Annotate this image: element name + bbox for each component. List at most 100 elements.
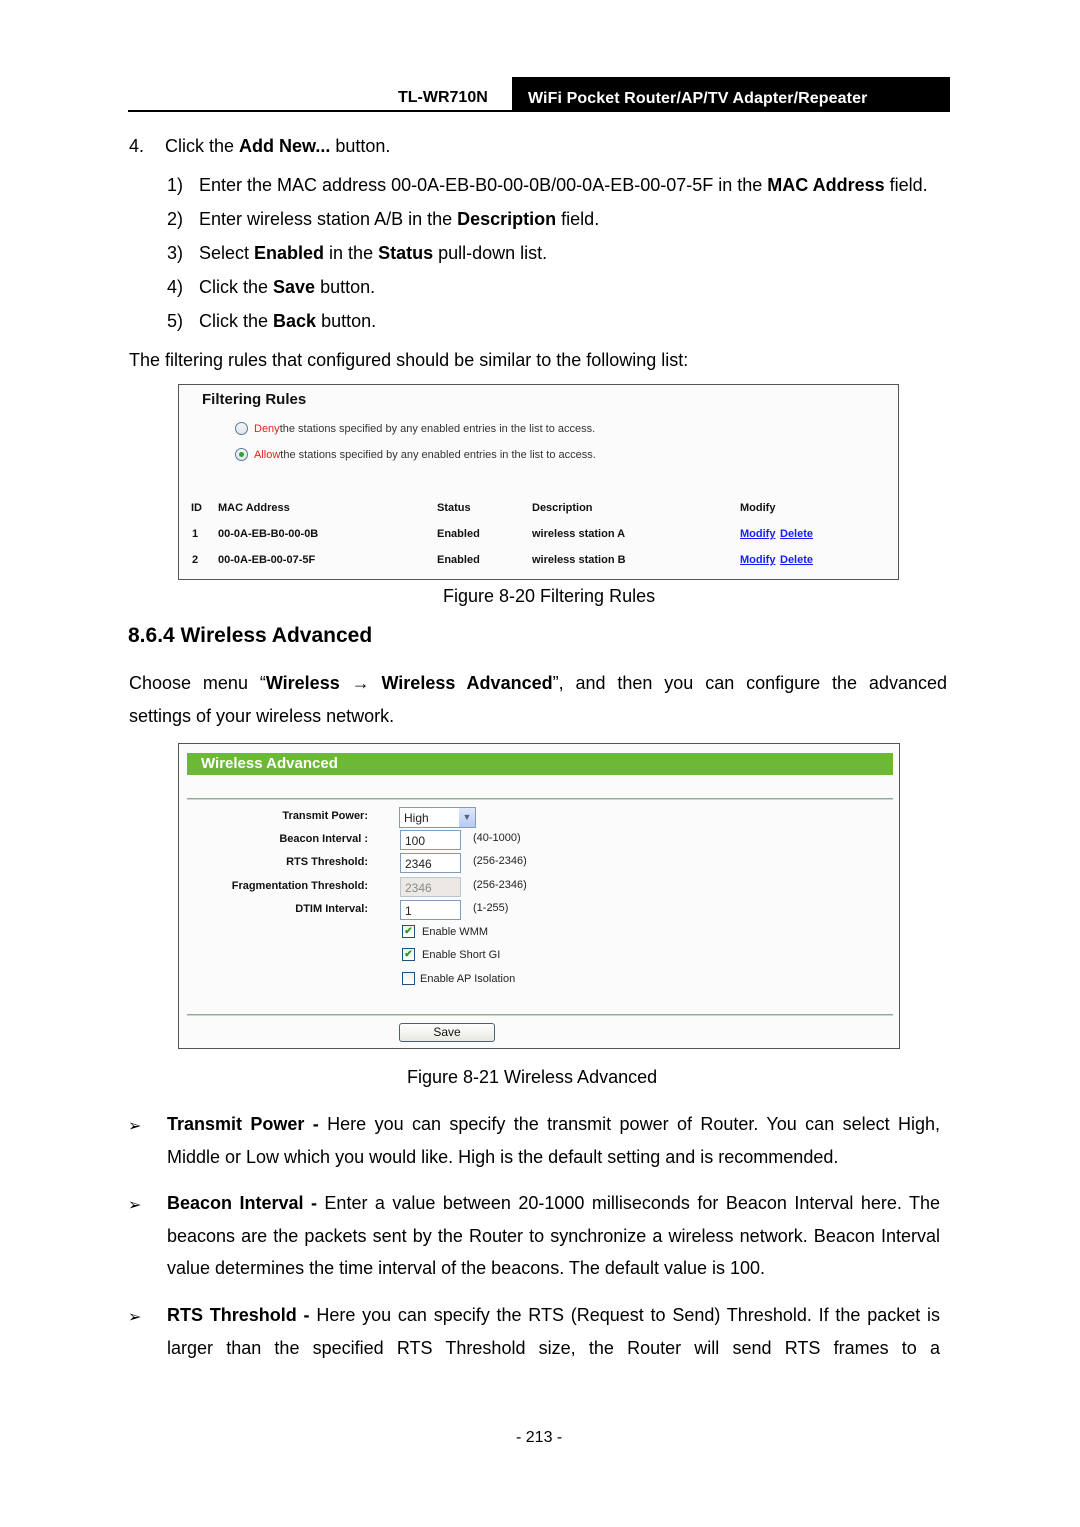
substep-number: 2) [167,209,184,229]
substep-number: 4) [167,277,184,297]
delete-link[interactable]: Delete [780,554,813,566]
rts-threshold-label: RTS Threshold: [286,856,368,868]
cell-description: wireless station A [532,528,626,540]
section-intro-line2: settings of your wireless network. [129,706,395,726]
substep-text: button. [315,277,376,297]
step-text: button. [330,136,391,156]
substep-text: Click the [199,277,274,297]
wireless-advanced-figure: Wireless Advanced Transmit Power: High ▼… [178,743,900,1049]
beacon-interval-label: Beacon Interval : [279,833,368,845]
substep-text: Enter wireless station A/B in the [199,209,458,229]
arrow-bullet-icon: ➢ [128,1118,142,1135]
modify-link[interactable]: Modify [740,528,775,540]
bullet-term: Beacon Interval - [167,1193,317,1213]
divider [187,798,893,800]
allow-option[interactable]: Allow the stations specified by any enab… [235,448,596,461]
menu-path: Wireless → Wireless Advanced [265,673,553,693]
radio-deny[interactable] [235,422,248,435]
transmit-power-label: Transmit Power: [282,810,368,822]
rts-threshold-input[interactable]: 2346 [400,853,461,873]
col-modify: Modify [740,502,776,514]
step-number: 4. [129,136,145,156]
enable-ap-isolation-option[interactable]: Enable AP Isolation [402,972,515,985]
figure-caption: Figure 8-21 Wireless Advanced [407,1067,658,1087]
radio-allow[interactable] [235,448,248,461]
bullet-beacon-interval: Beacon Interval - Enter a value between … [167,1187,940,1285]
bullet-rts-threshold: RTS Threshold - Here you can specify the… [167,1299,940,1364]
cell-description: wireless station B [532,554,626,566]
substep-bold: Enabled [254,243,325,263]
intro-text: Choose menu “ [129,673,266,693]
checkbox-enable-ap-isolation[interactable] [402,972,415,985]
transmit-power-value: High [404,811,429,825]
substep-text: field. [884,175,928,195]
allow-keyword: Allow [254,448,281,461]
substep-number: 5) [167,311,184,331]
cell-status: Enabled [437,528,480,540]
substep-bold: MAC Address [767,175,885,195]
cell-mac: 00-0A-EB-00-07-5F [218,554,316,566]
bullet-transmit-power: Transmit Power - Here you can specify th… [167,1108,940,1173]
cell-mac: 00-0A-EB-B0-00-0B [218,528,319,540]
beacon-interval-input[interactable]: 100 [400,830,461,850]
rts-threshold-range: (256-2346) [473,855,527,867]
section-intro: Choose menu “Wireless → Wireless Advance… [129,672,947,694]
bullet-term: Transmit Power - [167,1114,319,1134]
enable-ap-isolation-label: Enable AP Isolation [420,972,516,985]
beacon-interval-range: (40-1000) [473,832,521,844]
transmit-power-select[interactable]: High ▼ [399,807,476,828]
fragmentation-threshold-range: (256-2346) [473,879,527,891]
dtim-interval-range: (1-255) [473,902,509,914]
deny-keyword: Deny [254,422,280,435]
intro-text: ”, and then you can configure the advanc… [552,673,947,693]
substep-number: 1) [167,175,184,195]
substep-text: field. [556,209,600,229]
enable-wmm-label: Enable WMM [422,925,489,938]
substep-text: Enter the MAC address 00-0A-EB-B0-00-0B/… [199,175,768,195]
substep-4: 4) Click the Save button. [167,276,375,298]
fragmentation-threshold-label: Fragmentation Threshold: [231,880,368,892]
chevron-down-icon[interactable]: ▼ [459,808,475,827]
step-4: 4. Click the Add New... button. [129,135,390,157]
arrow-bullet-icon: ➢ [128,1197,142,1214]
substep-text: in the [324,243,379,263]
filtering-rules-title: Filtering Rules [202,391,307,408]
dtim-interval-input[interactable]: 1 [400,900,461,920]
allow-text: the stations specified by any enabled en… [280,448,596,461]
substep-bold: Save [273,277,316,297]
enable-short-gi-option[interactable]: ✔ Enable Short GI [402,948,500,961]
delete-link[interactable]: Delete [780,528,813,540]
section-heading: 8.6.4 Wireless Advanced [128,624,373,647]
checkbox-enable-wmm[interactable]: ✔ [402,925,415,938]
substep-text: Select [199,243,255,263]
col-id: ID [191,502,202,514]
arrow-bullet-icon: ➢ [128,1309,142,1326]
fragmentation-threshold-input: 2346 [400,877,461,897]
substep-text: pull-down list. [433,243,548,263]
substep-5: 5) Click the Back button. [167,310,376,332]
wireless-advanced-title-bar: Wireless Advanced [187,753,893,775]
filtering-rules-figure: Filtering Rules Deny the stations specif… [178,384,899,580]
figure-caption: Figure 8-20 Filtering Rules [443,586,656,606]
bullet-term: RTS Threshold - [167,1305,310,1325]
save-button[interactable]: Save [399,1023,495,1042]
col-mac: MAC Address [218,502,290,514]
substep-number: 3) [167,243,184,263]
divider [187,1014,893,1016]
modify-link[interactable]: Modify [740,554,775,566]
cell-status: Enabled [437,554,480,566]
substep-bold: Back [273,311,317,331]
substep-3: 3) Select Enabled in the Status pull-down… [167,242,547,264]
step-text: Click the [165,136,240,156]
enable-wmm-option[interactable]: ✔ Enable WMM [402,925,488,938]
enable-short-gi-label: Enable Short GI [422,948,501,961]
deny-option[interactable]: Deny the stations specified by any enabl… [235,422,595,435]
page-number: - 213 - [516,1429,563,1446]
header-model: TL-WR710N [398,89,488,106]
checkbox-enable-short-gi[interactable]: ✔ [402,948,415,961]
cell-id: 2 [192,554,199,566]
header-product: WiFi Pocket Router/AP/TV Adapter/Repeate… [512,77,950,112]
substep-2: 2) Enter wireless station A/B in the Desc… [167,208,599,230]
filtering-intro: The filtering rules that configured shou… [129,350,689,370]
cell-id: 1 [192,528,199,540]
